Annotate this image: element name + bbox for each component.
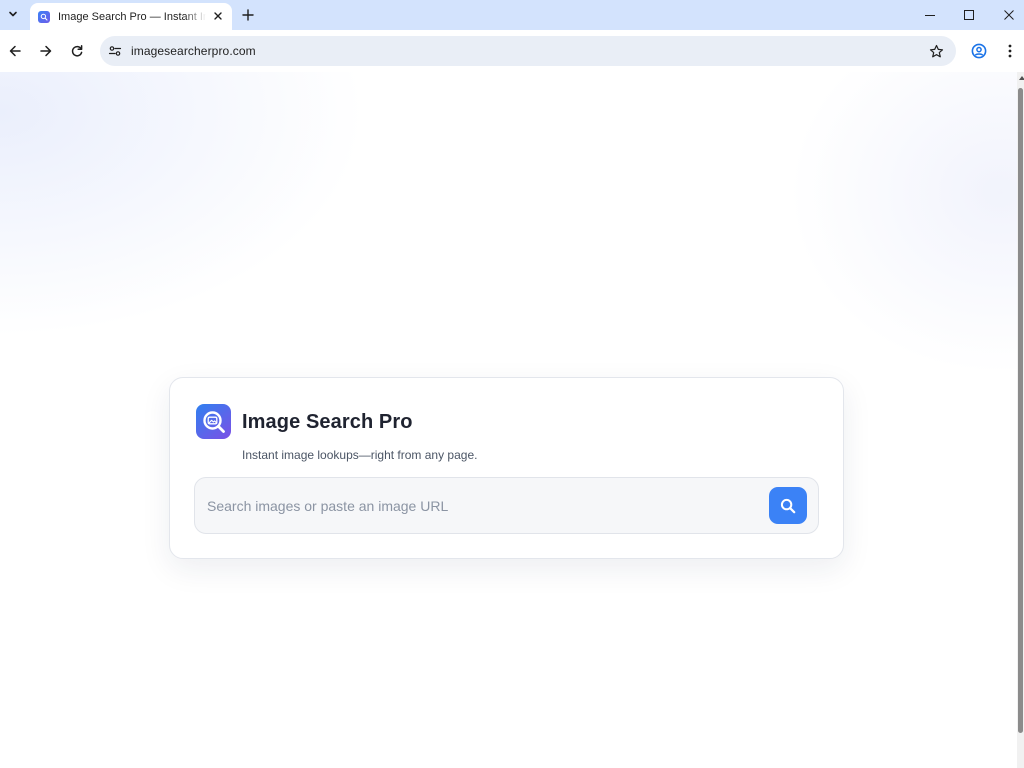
- tab-search-menu-button[interactable]: [3, 4, 23, 24]
- window-close-button[interactable]: [989, 0, 1024, 30]
- profile-icon: [971, 43, 987, 59]
- forward-arrow-icon: [40, 45, 52, 57]
- image-search-logo-icon: [202, 410, 225, 433]
- browser-toolbar: imagesearcherpro.com: [0, 30, 1024, 72]
- reload-button[interactable]: [65, 39, 89, 63]
- profile-button[interactable]: [968, 40, 990, 62]
- page-viewport: Image Search Pro Instant image lookups—r…: [0, 72, 1017, 768]
- forward-button[interactable]: [34, 39, 58, 63]
- app-subtitle: Instant image lookups—right from any pag…: [242, 448, 478, 462]
- star-icon: [929, 44, 943, 57]
- address-bar[interactable]: imagesearcherpro.com: [100, 36, 956, 66]
- app-logo: [196, 404, 231, 439]
- bookmark-button[interactable]: [928, 43, 944, 59]
- search-field-container: [194, 477, 819, 534]
- tab-title: Image Search Pro — Instant Image Lookups: [58, 10, 206, 23]
- app-title: Image Search Pro: [242, 411, 413, 433]
- scrollbar-thumb[interactable]: [1018, 88, 1023, 733]
- search-card: Image Search Pro Instant image lookups—r…: [169, 377, 844, 559]
- tab-strip: Image Search Pro — Instant Image Lookups: [0, 0, 1024, 30]
- search-input[interactable]: [196, 479, 756, 532]
- window-close-icon: [1004, 10, 1014, 20]
- back-arrow-icon: [9, 45, 21, 57]
- browser-menu-button[interactable]: [1000, 40, 1020, 62]
- search-icon: [780, 498, 796, 513]
- chevron-down-icon: [9, 11, 17, 17]
- reload-icon: [71, 45, 83, 57]
- new-tab-button[interactable]: [238, 5, 258, 25]
- favicon-icon: [38, 10, 50, 23]
- close-icon: [214, 12, 222, 20]
- url-text[interactable]: imagesearcherpro.com: [131, 44, 256, 58]
- minimize-button[interactable]: [910, 0, 950, 30]
- scroll-up-arrow-icon[interactable]: [1019, 76, 1024, 80]
- plus-icon: [242, 9, 254, 21]
- maximize-icon: [964, 10, 974, 20]
- maximize-button[interactable]: [949, 0, 989, 30]
- tab-close-button[interactable]: [210, 8, 226, 24]
- back-button[interactable]: [3, 39, 27, 63]
- minimize-icon: [925, 15, 935, 16]
- active-tab[interactable]: Image Search Pro — Instant Image Lookups: [30, 3, 232, 30]
- kebab-menu-icon: [1008, 44, 1012, 58]
- site-info-icon[interactable]: [107, 43, 123, 59]
- search-button[interactable]: [769, 487, 807, 524]
